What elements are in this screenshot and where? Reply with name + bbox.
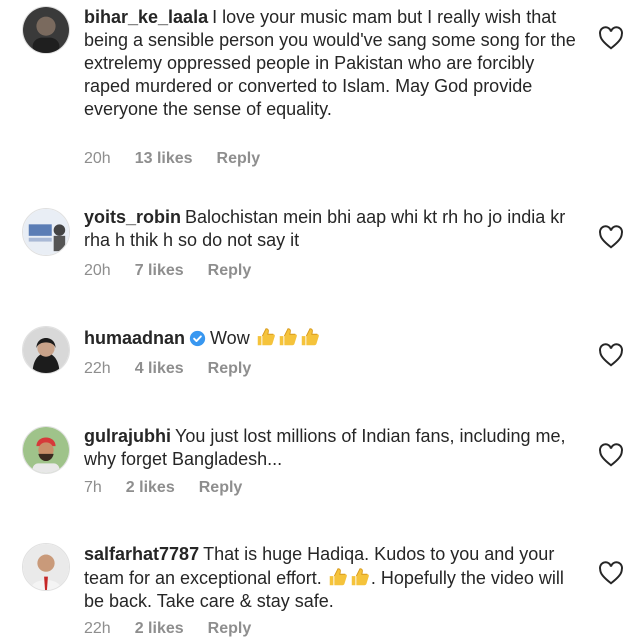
comment-likes[interactable]: 13 likes xyxy=(135,150,193,168)
comment-likes[interactable]: 2 likes xyxy=(126,479,175,497)
heart-outline-icon[interactable] xyxy=(598,26,624,50)
comment-time: 20h xyxy=(84,262,111,279)
thumbs-up-emoji-icon xyxy=(351,568,369,586)
thumbs-up-emoji-group xyxy=(255,328,321,348)
comment-meta: 22h 2 likes Reply xyxy=(84,620,275,638)
thumbs-up-emoji-group xyxy=(327,568,371,588)
reply-button[interactable]: Reply xyxy=(208,360,252,378)
comment-username[interactable]: gulrajubhi xyxy=(84,426,171,446)
comment-likes[interactable]: 2 likes xyxy=(135,620,184,638)
comment-meta: 7h 2 likes Reply xyxy=(84,479,266,497)
reply-button[interactable]: Reply xyxy=(217,150,261,168)
comment-likes[interactable]: 7 likes xyxy=(135,262,184,280)
comment-time: 22h xyxy=(84,360,111,377)
thumbs-up-emoji-icon xyxy=(329,568,347,586)
comment-likes[interactable]: 4 likes xyxy=(135,360,184,378)
comment-text: yoits_robin Balochistan mein bhi aap whi … xyxy=(84,206,584,252)
comment-time: 7h xyxy=(84,479,102,496)
reply-button[interactable]: Reply xyxy=(208,620,252,638)
comment-username[interactable]: salfarhat7787 xyxy=(84,544,199,564)
reply-button[interactable]: Reply xyxy=(208,262,252,280)
avatar[interactable] xyxy=(22,6,70,54)
thumbs-up-emoji-icon xyxy=(279,328,297,346)
heart-outline-icon[interactable] xyxy=(598,443,624,467)
comment-username[interactable]: yoits_robin xyxy=(84,207,181,227)
comment-meta: 20h 7 likes Reply xyxy=(84,262,275,280)
thumbs-up-emoji-icon xyxy=(257,328,275,346)
comment-time: 22h xyxy=(84,620,111,637)
thumbs-up-emoji-icon xyxy=(301,328,319,346)
comment-text: bihar_ke_laala I love your music mam but … xyxy=(84,6,584,121)
avatar[interactable] xyxy=(22,426,70,474)
comment-body: Wow xyxy=(210,328,250,348)
verified-badge-icon xyxy=(189,330,206,347)
comment-username[interactable]: humaadnan xyxy=(84,328,185,348)
comment-meta: 20h 13 likes Reply xyxy=(84,150,284,168)
comment-text: humaadnan Wow xyxy=(84,326,584,350)
heart-outline-icon[interactable] xyxy=(598,225,624,249)
reply-button[interactable]: Reply xyxy=(199,479,243,497)
heart-outline-icon[interactable] xyxy=(598,561,624,585)
heart-outline-icon[interactable] xyxy=(598,343,624,367)
comment-username[interactable]: bihar_ke_laala xyxy=(84,7,208,27)
comment-text: salfarhat7787 That is huge Hadiqa. Kudos … xyxy=(84,543,584,613)
comment-meta: 22h 4 likes Reply xyxy=(84,360,275,378)
avatar[interactable] xyxy=(22,208,70,256)
comment-time: 20h xyxy=(84,150,111,167)
comment-text: gulrajubhi You just lost millions of Indi… xyxy=(84,425,584,471)
avatar[interactable] xyxy=(22,326,70,374)
avatar[interactable] xyxy=(22,543,70,591)
